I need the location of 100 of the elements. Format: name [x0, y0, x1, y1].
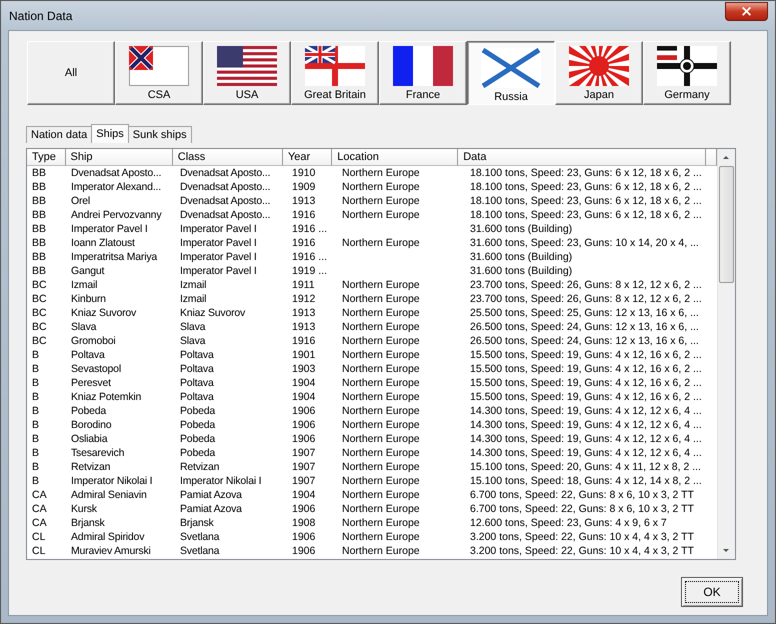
ship-cell: Retvizan — [71, 461, 110, 473]
class-cell: Pobeda — [180, 433, 216, 445]
data-cell: 14.300 tons, Speed: 19, Guns: 4 x 12, 12 x 6, 4 ... — [470, 405, 702, 417]
year-cell: 1904 — [292, 377, 316, 389]
type-cell: B — [32, 377, 40, 389]
class-cell: Izmail — [180, 279, 206, 291]
nation-button[interactable]: CSA — [115, 41, 203, 105]
type-cell: B — [32, 475, 40, 487]
data-cell: 15.500 tons, Speed: 19, Guns: 4 x 12, 16 x 6, 2 ... — [470, 377, 702, 389]
location-cell: Northern Europe — [342, 447, 420, 459]
type-cell: CA — [32, 489, 47, 501]
nation-button[interactable]: All — [27, 41, 115, 105]
nation-button[interactable]: USA — [203, 41, 291, 105]
column-header[interactable]: Data — [458, 149, 706, 166]
tab[interactable]: Ships — [91, 124, 129, 143]
year-cell: 1907 — [292, 475, 316, 487]
type-cell: BC — [32, 321, 47, 333]
type-cell: BC — [32, 335, 47, 347]
type-cell: B — [32, 363, 40, 375]
nation-button[interactable]: France — [379, 41, 467, 105]
ship-cell: Ioann Zlatoust — [71, 237, 135, 249]
year-cell: 1904 — [292, 489, 316, 501]
type-cell: B — [32, 461, 40, 473]
location-cell: Northern Europe — [342, 237, 420, 249]
tab[interactable]: Nation data — [26, 126, 92, 143]
tab[interactable]: Sunk ships — [128, 126, 192, 143]
column-header[interactable]: Year — [282, 149, 332, 166]
type-cell: BB — [32, 209, 46, 221]
class-cell: Dvenadsat Aposto... — [180, 181, 270, 193]
year-cell: 1906 — [292, 433, 316, 445]
data-cell: 14.300 tons, Speed: 19, Guns: 4 x 12, 12 x 6, 4 ... — [470, 433, 702, 445]
year-cell: 1912 — [292, 293, 316, 305]
ship-cell: Gromoboi — [71, 335, 116, 347]
location-cell: Northern Europe — [342, 167, 420, 179]
location-cell: Northern Europe — [342, 503, 420, 515]
type-cell: B — [32, 447, 40, 459]
ship-cell: Dvenadsat Aposto... — [71, 167, 162, 179]
header-background — [706, 149, 717, 166]
location-cell: Northern Europe — [342, 195, 420, 207]
data-cell: 31.600 tons (Building) — [470, 251, 572, 263]
column-header[interactable]: Ship — [66, 149, 173, 166]
scrollbar[interactable] — [717, 149, 735, 559]
close-button[interactable]: × — [725, 2, 768, 20]
data-cell: 31.600 tons (Building) — [470, 223, 572, 235]
ship-cell: Imperator Nikolai I — [71, 475, 152, 487]
class-cell: Retvizan — [180, 461, 220, 473]
class-cell: Poltava — [180, 349, 214, 361]
type-cell: CL — [32, 531, 46, 543]
column-header[interactable]: Location — [332, 149, 458, 166]
type-cell: BB — [32, 265, 46, 277]
class-cell: Imperator Pavel I — [180, 223, 257, 235]
class-cell: Imperator Pavel I — [180, 251, 257, 263]
column-header[interactable]: Class — [172, 149, 283, 166]
class-cell: Poltava — [180, 391, 214, 403]
data-cell: 15.100 tons, Speed: 20, Guns: 4 x 11, 12 x 8, 2 ... — [470, 461, 701, 473]
data-cell: 12.600 tons, Speed: 23, Guns: 4 x 9, 6 x 7 — [470, 517, 667, 529]
year-cell: 1913 — [292, 307, 316, 319]
type-cell: BB — [32, 223, 46, 235]
ship-cell: Kniaz Suvorov — [71, 307, 136, 319]
location-cell: Northern Europe — [342, 461, 420, 473]
ok-button[interactable]: OK — [681, 577, 743, 607]
ship-cell: Muraviev Amurski — [71, 545, 151, 557]
location-cell: Northern Europe — [342, 545, 420, 557]
year-cell: 1916 ... — [292, 223, 328, 235]
data-cell: 31.600 tons, Speed: 23, Guns: 10 x 14, 20 x 4, ... — [470, 237, 699, 249]
nation-button[interactable]: Japan — [555, 41, 643, 105]
location-cell: Northern Europe — [342, 335, 420, 347]
ship-cell: Kursk — [71, 503, 97, 515]
data-cell: 6.700 tons, Speed: 22, Guns: 8 x 6, 10 x 3, 2 TT — [470, 503, 694, 515]
nation-button[interactable]: Germany — [643, 41, 731, 105]
location-cell: Northern Europe — [342, 377, 420, 389]
ship-cell: Imperatritsa Mariya — [71, 251, 158, 263]
year-cell: 1911 — [292, 279, 315, 291]
class-cell: Slava — [180, 321, 206, 333]
nation-button[interactable]: Great Britain — [291, 41, 379, 105]
class-cell: Poltava — [180, 363, 214, 375]
data-cell: 23.700 tons, Speed: 26, Guns: 8 x 12, 12 x 6, 2 ... — [470, 293, 702, 305]
class-cell: Kniaz Suvorov — [180, 307, 246, 319]
ship-cell: Peresvet — [71, 377, 111, 389]
year-cell: 1906 — [292, 545, 316, 557]
type-cell: B — [32, 349, 40, 361]
data-cell: 15.500 tons, Speed: 19, Guns: 4 x 12, 16 x 6, 2 ... — [470, 349, 702, 361]
scroll-thumb[interactable] — [719, 166, 734, 283]
year-cell: 1916 ... — [292, 251, 328, 263]
year-cell: 1907 — [292, 461, 316, 473]
window-title: Nation Data — [9, 8, 72, 22]
ship-cell: Andrei Pervozvanny — [71, 209, 162, 221]
ship-cell: Poltava — [71, 349, 105, 361]
flag-icon — [657, 46, 717, 86]
year-cell: 1906 — [292, 531, 316, 543]
ship-cell: Borodino — [71, 419, 112, 431]
flag-icon — [217, 46, 277, 86]
class-cell: Dvenadsat Aposto... — [180, 195, 270, 207]
location-cell: Northern Europe — [342, 475, 420, 487]
nation-button[interactable]: Russia — [467, 41, 555, 105]
location-cell: Northern Europe — [342, 321, 420, 333]
column-header[interactable]: Type — [27, 149, 66, 166]
location-cell: Northern Europe — [342, 293, 420, 305]
location-cell: Northern Europe — [342, 363, 420, 375]
year-cell: 1901 — [292, 349, 316, 361]
